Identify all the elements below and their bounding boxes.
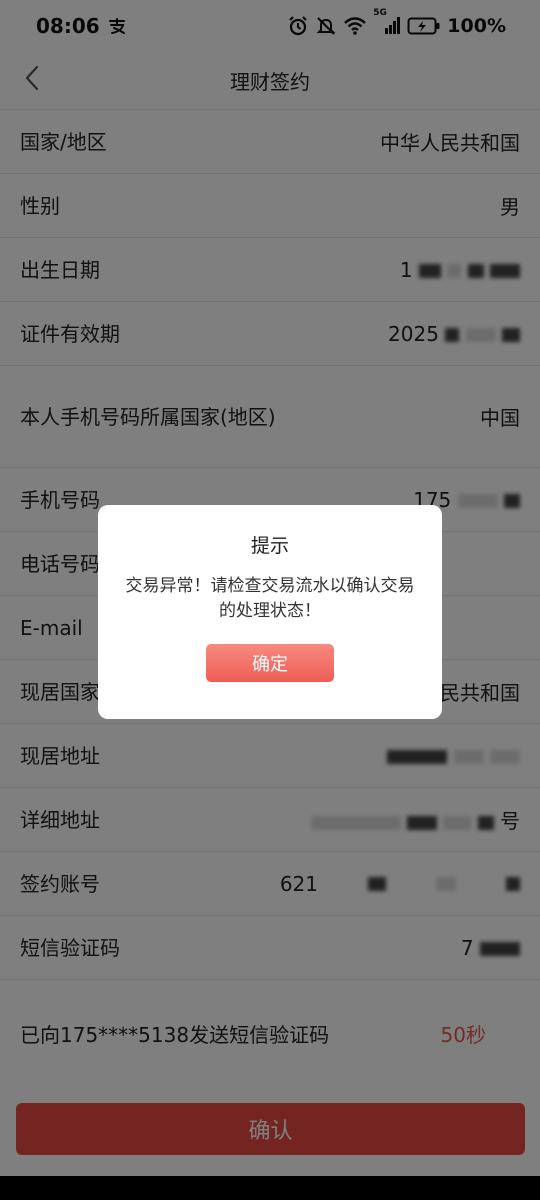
dialog-ok-button[interactable]: 确定 (206, 644, 334, 682)
alert-dialog: 提示 交易异常！请检查交易流水以确认交易的处理状态！ 确定 (98, 505, 442, 719)
dialog-title: 提示 (250, 535, 289, 557)
dialog-message: 交易异常！请检查交易流水以确认交易的处理状态！ (125, 576, 415, 621)
